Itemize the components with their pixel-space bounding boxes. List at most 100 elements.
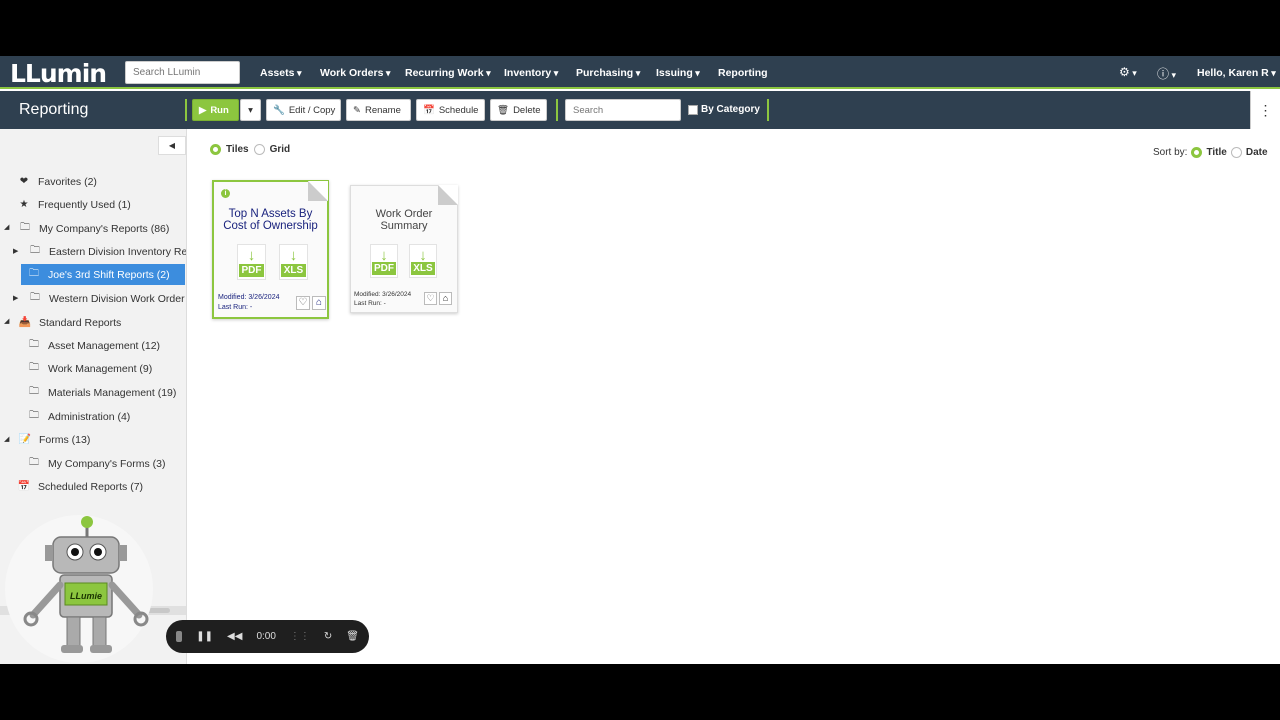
grid-radio[interactable] xyxy=(253,144,265,155)
tree-item-work-management[interactable]: 🗀 Work Management (9) xyxy=(27,358,152,379)
tree-item-label: Joe's 3rd Shift Reports (2) xyxy=(48,268,170,281)
folder-icon: 🗀 xyxy=(20,222,30,233)
xls-download-button[interactable]: ↓ XLS xyxy=(279,244,308,280)
tree-item-label: Materials Management (19) xyxy=(48,386,177,399)
reporting-toolbar: Reporting ▶ Run ▾ 🔧 Edit / Copy ✎ Rename… xyxy=(0,91,1280,129)
tree-item-my-company-reports[interactable]: 🗀 My Company's Reports (86) xyxy=(18,218,169,239)
tree-item-frequently-used[interactable]: ★ Frequently Used (1) xyxy=(17,194,131,215)
run-dropdown-button[interactable]: ▾ xyxy=(240,99,261,121)
more-options-icon[interactable]: ⋮ xyxy=(1250,91,1280,129)
report-tile[interactable]: Work Order Summary ↓ PDF ↓ XLS Modified:… xyxy=(350,185,458,313)
expand-arrow-icon[interactable]: ◢ xyxy=(4,435,9,443)
home-icon[interactable]: ⌂ xyxy=(312,296,326,310)
checkbox-box[interactable] xyxy=(688,104,698,115)
tree-item-western-division[interactable]: 🗀 Western Division Work Order xyxy=(28,288,185,309)
report-tile[interactable]: i Top N Assets By Cost of Ownership ↓ PD… xyxy=(212,180,329,319)
nav-work-orders[interactable]: Work Orders xyxy=(320,67,390,79)
pdf-download-button[interactable]: ↓ PDF xyxy=(237,244,266,280)
tree-item-label: Standard Reports xyxy=(39,316,122,329)
nav-purchasing[interactable]: Purchasing xyxy=(576,67,640,79)
collapsed-arrow-icon[interactable]: ▶ xyxy=(13,247,18,255)
delete-button[interactable]: 🗑 Delete xyxy=(490,99,547,121)
modified-date: Modified: 3/26/2024 xyxy=(218,294,280,301)
global-search-input[interactable] xyxy=(125,61,240,84)
xls-label: XLS xyxy=(411,262,435,275)
pdf-label: PDF xyxy=(239,264,264,277)
run-label: Run xyxy=(210,104,229,116)
caret-left-icon: ◀ xyxy=(168,141,176,150)
grid-label[interactable]: Grid xyxy=(270,144,291,155)
collapsed-arrow-icon[interactable]: ▶ xyxy=(13,294,18,302)
stop-icon[interactable] xyxy=(176,631,183,642)
tree-item-label: Eastern Division Inventory Re xyxy=(49,245,187,258)
tree-item-eastern-division[interactable]: 🗀 Eastern Division Inventory Re xyxy=(28,241,187,262)
sort-title-radio[interactable] xyxy=(1191,147,1203,158)
sort-by-control: Sort by: Title Date xyxy=(1153,147,1268,158)
schedule-button[interactable]: 📅 Schedule xyxy=(416,99,485,121)
trash-icon: 🗑 xyxy=(497,104,510,116)
xls-download-button[interactable]: ↓ XLS xyxy=(409,244,437,278)
nav-reporting[interactable]: Reporting xyxy=(718,67,768,79)
user-menu[interactable]: Hello, Karen R xyxy=(1197,67,1276,79)
sort-title-label[interactable]: Title xyxy=(1206,147,1226,158)
tree-item-label: Forms (13) xyxy=(39,433,91,446)
tree-item-asset-management[interactable]: 🗀 Asset Management (12) xyxy=(27,335,160,356)
calendar-icon: 📅 xyxy=(17,481,31,492)
llumie-robot-mascot[interactable]: LLumie xyxy=(5,515,153,663)
tree-item-standard-reports[interactable]: 📥 Standard Reports xyxy=(18,312,122,333)
edit-copy-button[interactable]: 🔧 Edit / Copy xyxy=(266,99,341,121)
expand-arrow-icon[interactable]: ◢ xyxy=(4,223,9,231)
tree-item-joes-3rd-shift[interactable]: 🗀 Joe's 3rd Shift Reports (2) xyxy=(21,264,185,285)
top-navbar: LLumin Assets Work Orders Recurring Work… xyxy=(0,56,1280,89)
download-arrow-icon: ↓ xyxy=(419,247,427,264)
tree-item-materials-management[interactable]: 🗀 Materials Management (19) xyxy=(27,382,176,403)
delete-label: Delete xyxy=(513,104,541,116)
xls-label: XLS xyxy=(281,264,306,277)
view-mode-toggle: Tiles Grid xyxy=(210,144,290,155)
favorite-heart-icon[interactable]: ♡ xyxy=(424,292,437,305)
tree-item-administration[interactable]: 🗀 Administration (4) xyxy=(27,406,130,427)
restart-icon[interactable]: ↻ xyxy=(324,631,332,642)
download-arrow-icon: ↓ xyxy=(289,247,298,264)
schedule-label: Schedule xyxy=(438,104,479,116)
pencil-icon: ✎ xyxy=(353,104,361,116)
tree-item-scheduled-reports[interactable]: 📅 Scheduled Reports (7) xyxy=(17,476,143,497)
nav-inventory[interactable]: Inventory xyxy=(504,67,558,79)
home-icon[interactable]: ⌂ xyxy=(439,292,452,305)
collapse-sidebar-button[interactable]: ◀ xyxy=(158,136,186,155)
download-arrow-icon: ↓ xyxy=(247,247,256,264)
tree-item-label: Western Division Work Order xyxy=(49,292,185,305)
edit-copy-label: Edit / Copy xyxy=(288,104,336,116)
sort-date-label[interactable]: Date xyxy=(1246,147,1268,158)
grid-icon[interactable]: ⋮⋮ xyxy=(290,631,310,642)
run-button[interactable]: ▶ Run xyxy=(192,99,239,121)
nav-issuing[interactable]: Issuing xyxy=(656,67,700,79)
by-category-label: By Category xyxy=(701,104,760,115)
folder-icon: 🗀 xyxy=(29,339,39,350)
trash-icon[interactable]: 🗑 xyxy=(346,631,359,642)
tree-item-my-company-forms[interactable]: 🗀 My Company's Forms (3) xyxy=(27,453,166,474)
nav-assets[interactable]: Assets xyxy=(260,67,301,79)
settings-gear-icon[interactable]: ⚙ xyxy=(1119,65,1137,79)
sort-by-label: Sort by: xyxy=(1153,147,1188,158)
tree-item-forms[interactable]: 📝 Forms (13) xyxy=(18,429,91,450)
expand-arrow-icon[interactable]: ◢ xyxy=(4,317,9,325)
tiles-label[interactable]: Tiles xyxy=(226,144,249,155)
pdf-download-button[interactable]: ↓ PDF xyxy=(370,244,398,278)
favorite-heart-icon[interactable]: ♡ xyxy=(296,296,310,310)
tiles-radio[interactable] xyxy=(210,144,221,155)
by-category-checkbox[interactable]: By Category xyxy=(688,104,760,115)
llumin-logo[interactable]: LLumin xyxy=(10,59,107,88)
pause-icon[interactable]: ❚❚ xyxy=(196,631,213,642)
calendar-icon: 📅 xyxy=(423,104,435,116)
rename-button[interactable]: ✎ Rename xyxy=(346,99,411,121)
info-icon[interactable]: i xyxy=(221,189,230,198)
info-icon[interactable]: ⓘ xyxy=(1157,65,1176,82)
heart-icon: ❤ xyxy=(19,176,29,187)
sort-date-radio[interactable] xyxy=(1230,147,1242,158)
nav-recurring-work[interactable]: Recurring Work xyxy=(405,67,491,79)
folder-icon: 🗀 xyxy=(29,410,39,421)
tree-item-favorites[interactable]: ❤ Favorites (2) xyxy=(17,171,97,192)
report-search-input[interactable] xyxy=(565,99,681,121)
rewind-icon[interactable]: ◀◀ xyxy=(227,631,242,642)
